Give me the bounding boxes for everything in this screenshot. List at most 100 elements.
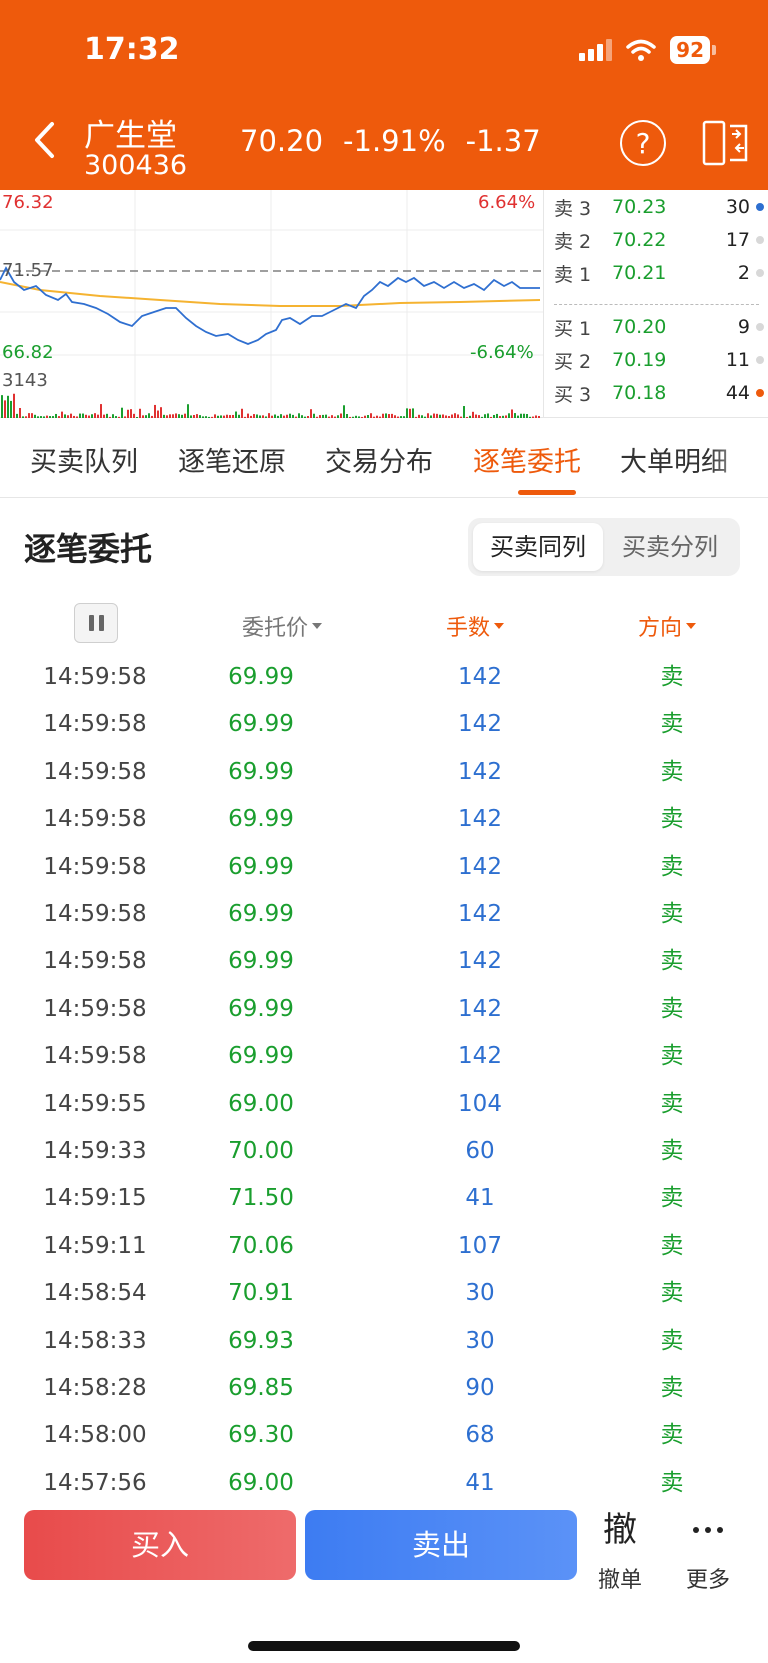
change-amount: -1.37	[465, 124, 541, 158]
stock-name: 广生堂	[84, 118, 177, 154]
order-qty: 30	[465, 1280, 495, 1307]
order-price: 70.91	[228, 1280, 294, 1307]
volume-bar	[511, 409, 513, 418]
tab-trade-distribution[interactable]: 交易分布	[325, 440, 433, 479]
order-time: 14:59:33	[43, 1138, 147, 1164]
order-book-price: 70.19	[612, 349, 667, 371]
order-qty: 107	[458, 1232, 502, 1259]
tab-tick-orders[interactable]: 逐笔委托	[473, 440, 581, 479]
order-book-row: 买 1 70.20 9	[554, 312, 764, 342]
same-column-toggle[interactable]: 买卖同列	[473, 523, 603, 571]
order-book-divider	[554, 304, 759, 305]
order-time: 14:59:15	[43, 1185, 147, 1212]
more-button[interactable]: 更多	[673, 1508, 743, 1594]
order-book-dot	[756, 389, 764, 397]
tick-order-row: 14:59:58 69.99 142 卖	[0, 938, 768, 985]
home-indicator	[248, 1641, 520, 1651]
volume-bar	[121, 407, 123, 418]
tick-order-row: 14:59:58 69.99 142 卖	[0, 844, 768, 891]
tab-tick-restore[interactable]: 逐笔还原	[178, 440, 286, 479]
order-book-dot	[756, 356, 764, 364]
tick-order-row: 14:59:58 69.99 142 卖	[0, 1033, 768, 1080]
chart-high-pct: 6.64%	[478, 192, 536, 213]
order-book-level: 卖 3	[554, 197, 592, 220]
order-direction: 卖	[660, 1375, 684, 1401]
direction-column-header[interactable]: 方向	[638, 610, 697, 642]
order-direction: 卖	[660, 1090, 684, 1117]
cancel-order-icon: 撤	[603, 1510, 637, 1550]
detail-tabs: 买卖队列 逐笔还原 交易分布 逐笔委托 大单明细	[0, 418, 768, 498]
order-qty: 90	[465, 1375, 495, 1401]
stock-code: 300436	[84, 150, 188, 181]
order-direction: 卖	[660, 995, 684, 1022]
order-price: 69.93	[228, 1327, 294, 1354]
cellular-signal-icon	[579, 39, 613, 61]
order-price: 69.00	[228, 1469, 294, 1496]
stock-quote: 70.20 -1.91% -1.37	[240, 124, 541, 158]
pause-icon	[88, 615, 94, 631]
stock-header: 17:32 92 广生堂 300436 70.20 -1.91% -1.37 ?	[0, 0, 768, 190]
tick-order-row: 14:59:33 70.00 60 卖	[0, 1128, 768, 1175]
order-qty: 68	[465, 1422, 495, 1449]
order-price: 69.99	[228, 758, 294, 785]
order-book-volume: 9	[737, 316, 750, 338]
tick-order-row: 14:58:28 69.85 90 卖	[0, 1365, 768, 1412]
section-title: 逐笔委托	[24, 530, 153, 568]
order-direction: 卖	[660, 1422, 684, 1449]
volume-bar	[13, 393, 15, 418]
order-direction: 卖	[660, 1280, 684, 1307]
order-book-price: 70.22	[612, 229, 667, 251]
tick-order-row: 14:59:58 69.99 142 卖	[0, 891, 768, 938]
volume-bar	[160, 407, 162, 418]
order-direction: 卖	[660, 1043, 684, 1070]
volume-bar	[7, 395, 9, 418]
order-book-level: 买 1	[554, 317, 592, 340]
tick-order-row: 14:59:58 69.99 142 卖	[0, 701, 768, 748]
last-price: 70.20	[240, 124, 324, 158]
tick-order-row: 14:57:56 69.00 41 卖	[0, 1460, 768, 1496]
cancel-order-label: 撤单	[597, 1568, 642, 1593]
chevron-left-icon	[35, 122, 54, 158]
order-book-level: 买 2	[554, 350, 592, 373]
volume-bar	[409, 408, 411, 418]
active-tab-indicator	[518, 490, 576, 495]
tab-order-queue[interactable]: 买卖队列	[30, 440, 138, 479]
pause-button[interactable]	[74, 603, 118, 643]
order-time: 14:59:58	[43, 853, 147, 880]
order-book-level: 卖 1	[554, 263, 592, 286]
wifi-icon	[626, 39, 656, 61]
order-price: 69.00	[228, 1090, 294, 1117]
buy-button[interactable]: 买入	[24, 1510, 296, 1580]
volume-bar	[187, 404, 189, 418]
split-column-toggle[interactable]: 买卖分列	[605, 523, 735, 571]
price-column-header[interactable]: 委托价	[242, 610, 323, 642]
order-time: 14:58:54	[43, 1280, 147, 1307]
cancel-order-button[interactable]: 撤 撤单	[585, 1508, 655, 1594]
order-price: 69.99	[228, 995, 294, 1022]
order-price: 69.99	[228, 1043, 294, 1070]
back-button[interactable]	[26, 118, 62, 162]
tick-order-list[interactable]: 14:59:58 69.99 142 卖 14:59:58 69.99 142 卖 14:59:…	[0, 654, 768, 1496]
order-price: 69.30	[228, 1422, 294, 1449]
sort-caret-icon	[686, 623, 697, 629]
order-direction: 卖	[660, 664, 684, 690]
sell-button[interactable]: 卖出	[305, 1510, 577, 1580]
order-time: 14:59:58	[43, 758, 147, 785]
sort-caret-icon	[494, 623, 505, 629]
order-time: 14:59:58	[43, 948, 147, 975]
order-time: 14:58:28	[43, 1375, 147, 1401]
order-direction: 卖	[660, 1232, 684, 1259]
qty-column-header[interactable]: 手数	[446, 610, 505, 642]
volume-bar	[4, 400, 6, 418]
tick-order-row: 14:59:58 69.99 142 卖	[0, 654, 768, 701]
tick-order-row: 14:58:00 69.30 68 卖	[0, 1412, 768, 1459]
volume-bar	[406, 408, 408, 418]
landscape-switch-icon[interactable]	[700, 118, 752, 168]
order-price: 69.85	[228, 1375, 294, 1401]
intraday-chart[interactable]: 76.32 6.64% 71.57 66.82 -6.64% 3143 卖 3 7…	[0, 190, 768, 418]
order-book-row: 卖 2 70.22 17	[554, 225, 764, 255]
trade-action-bar: 买入 卖出 撤 撤单 更多	[0, 1496, 768, 1663]
order-price: 69.99	[228, 901, 294, 927]
help-icon[interactable]: ?	[620, 120, 666, 166]
order-time: 14:59:58	[43, 901, 147, 927]
